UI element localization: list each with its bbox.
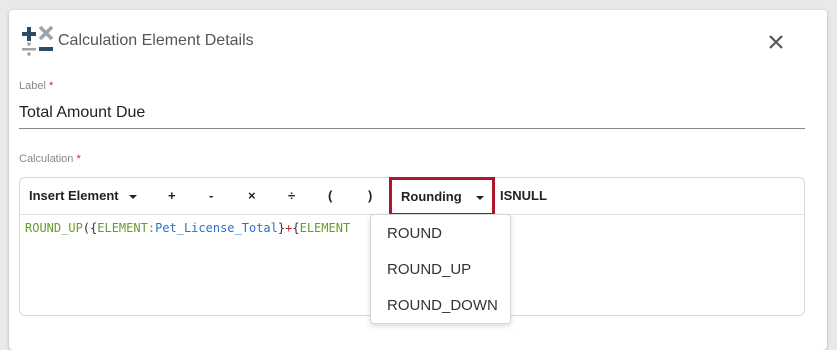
- close-paren-button[interactable]: ): [368, 178, 372, 214]
- calculation-caption: Calculation *: [19, 153, 81, 165]
- insert-element-dropdown[interactable]: Insert Element: [29, 178, 137, 214]
- divide-button[interactable]: ÷: [288, 178, 295, 214]
- close-icon[interactable]: [765, 31, 787, 53]
- dialog-title: Calculation Element Details: [58, 32, 254, 49]
- calculation-toolbar: Insert Element + - × ÷ ( ) Rounding ISNU…: [20, 177, 804, 216]
- rounding-option-round-down[interactable]: ROUND_DOWN: [387, 297, 498, 314]
- open-paren-button[interactable]: (: [328, 178, 332, 214]
- plus-button[interactable]: +: [168, 178, 176, 214]
- rounding-dropdown[interactable]: Rounding: [389, 177, 495, 216]
- chevron-down-icon: [475, 195, 484, 200]
- rounding-option-round-up[interactable]: ROUND_UP: [387, 261, 471, 278]
- minus-button[interactable]: -: [209, 178, 213, 214]
- rounding-option-round[interactable]: ROUND: [387, 225, 442, 242]
- multiply-button[interactable]: ×: [248, 178, 256, 214]
- formula-text[interactable]: ROUND_UP({ELEMENT:Pet_License_Total}+{EL…: [25, 221, 350, 235]
- label-input[interactable]: Total Amount Due: [19, 104, 805, 129]
- calculator-operators-icon: [22, 25, 54, 56]
- chevron-down-icon: [128, 194, 137, 199]
- rounding-menu: ROUND ROUND_UP ROUND_DOWN: [370, 214, 511, 324]
- isnull-button[interactable]: ISNULL: [500, 178, 547, 214]
- label-caption: Label *: [19, 80, 54, 92]
